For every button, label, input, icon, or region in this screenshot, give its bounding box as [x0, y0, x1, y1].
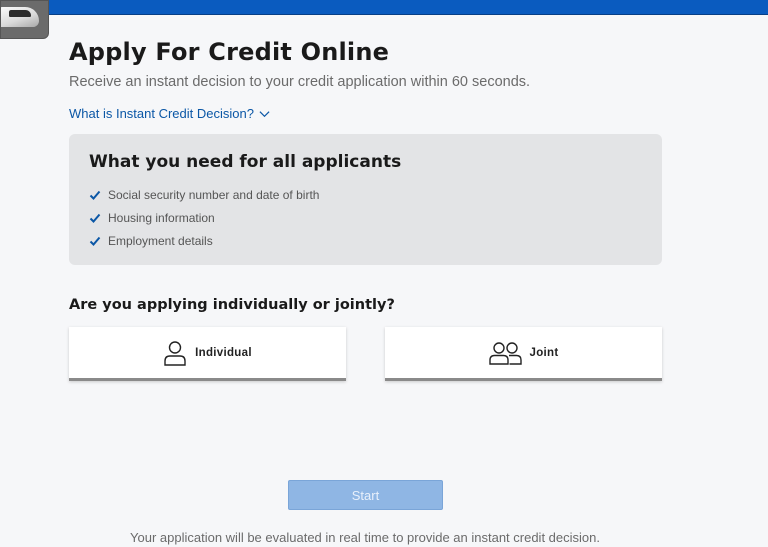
start-button[interactable]: Start	[288, 480, 443, 510]
list-item: Employment details	[89, 229, 319, 252]
list-item: Social security number and date of birth	[89, 183, 319, 206]
disclosure-label: What is Instant Credit Decision?	[69, 105, 254, 121]
joint-option-label: Joint	[529, 346, 559, 359]
requirement-text: Social security number and date of birth	[108, 187, 320, 202]
requirement-text: Housing information	[108, 210, 215, 225]
checkmark-icon	[89, 213, 101, 223]
applicant-type-question: Are you applying individually or jointly…	[69, 297, 395, 313]
list-item: Housing information	[89, 206, 319, 229]
individual-option-label: Individual	[195, 346, 252, 359]
people-icon	[488, 341, 522, 365]
requirements-title: What you need for all applicants	[89, 152, 402, 172]
vehicle-thumbnail[interactable]	[0, 0, 49, 39]
checkmark-icon	[89, 236, 101, 246]
car-window-shape	[9, 10, 31, 17]
checkmark-icon	[89, 190, 101, 200]
requirements-list: Social security number and date of birth…	[89, 183, 319, 252]
evaluation-footnote: Your application will be evaluated in re…	[130, 530, 600, 545]
top-header-bar	[0, 0, 768, 15]
chevron-down-icon	[259, 110, 270, 117]
instant-credit-decision-toggle[interactable]: What is Instant Credit Decision?	[69, 104, 270, 122]
joint-option-button[interactable]: Joint	[385, 327, 662, 381]
individual-option-button[interactable]: Individual	[69, 327, 346, 381]
page-subtitle: Receive an instant decision to your cred…	[69, 74, 531, 90]
requirement-text: Employment details	[108, 233, 213, 248]
requirements-card: What you need for all applicants Social …	[69, 134, 662, 265]
person-icon	[164, 340, 186, 366]
page-title: Apply For Credit Online	[69, 38, 390, 66]
